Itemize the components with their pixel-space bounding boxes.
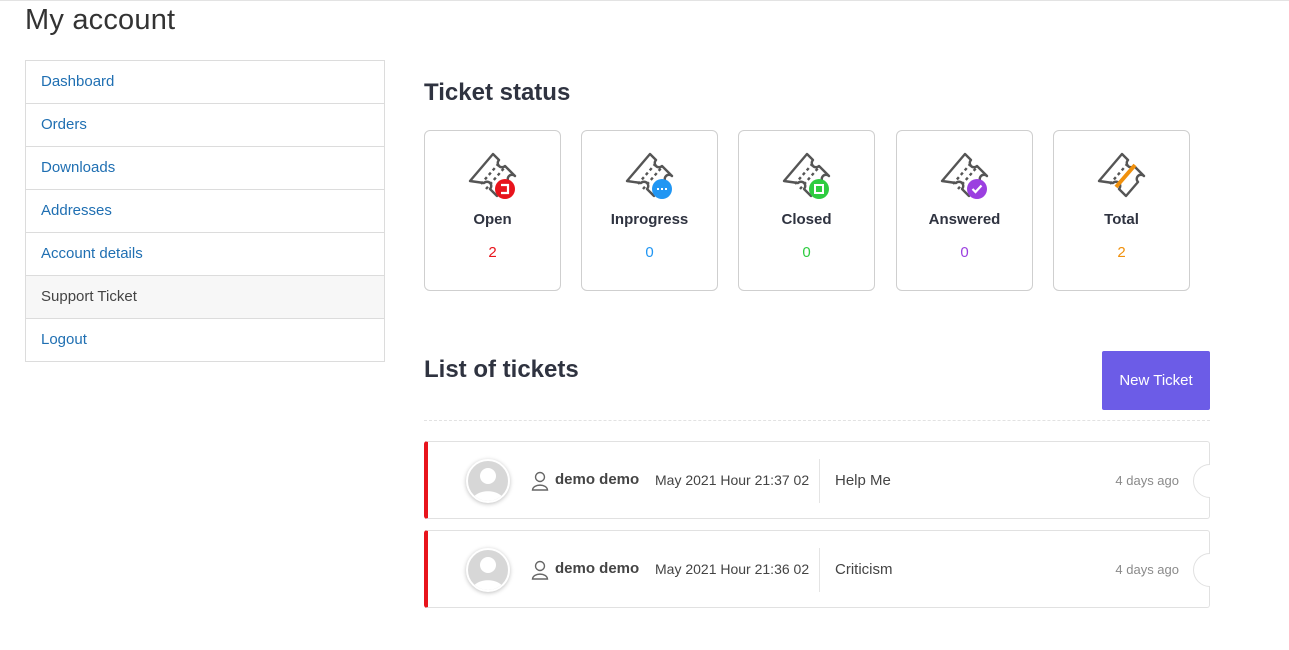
- sidebar-item-support-ticket[interactable]: Support Ticket: [26, 276, 384, 319]
- ticket-author: demo demo: [555, 471, 640, 488]
- sidebar-item-account-details[interactable]: Account details: [26, 233, 384, 276]
- sidebar-item-logout[interactable]: Logout: [26, 319, 384, 361]
- ticket-total-icon: [1097, 152, 1146, 198]
- top-divider: [0, 0, 1289, 1]
- ticket-status-title: Ticket status: [424, 79, 571, 106]
- section-divider: [424, 420, 1210, 421]
- row-divider: [819, 548, 820, 592]
- new-ticket-button[interactable]: New Ticket: [1102, 351, 1210, 410]
- ticket-subject[interactable]: Help Me: [835, 472, 891, 489]
- user-icon: [531, 560, 549, 580]
- ticket-inprogress-icon: [625, 152, 674, 199]
- status-card-open[interactable]: Open 2: [424, 130, 561, 291]
- ticket-row[interactable]: demo demo May 2021 Hour 21:36 02 Critici…: [424, 530, 1210, 608]
- avatar: [466, 459, 510, 503]
- ticket-subject[interactable]: Criticism: [835, 561, 893, 578]
- ticket-age: 4 days ago: [1115, 473, 1179, 488]
- ticket-row[interactable]: demo demo May 2021 Hour 21:37 02 Help Me…: [424, 441, 1210, 519]
- ticket-answered-icon: [940, 152, 989, 199]
- status-card-inprogress[interactable]: Inprogress 0: [581, 130, 718, 291]
- ticket-datetime: May 2021 Hour 21:36 02: [655, 561, 810, 577]
- ticket-datetime: May 2021 Hour 21:37 02: [655, 472, 810, 488]
- status-card-count: 2: [1117, 244, 1126, 261]
- status-card-count: 0: [645, 244, 654, 261]
- status-card-closed[interactable]: Closed 0: [738, 130, 875, 291]
- row-divider: [819, 459, 820, 503]
- status-card-label: Open: [473, 211, 512, 228]
- sidebar-item-downloads[interactable]: Downloads: [26, 147, 384, 190]
- status-card-count: 0: [960, 244, 969, 261]
- status-card-label: Inprogress: [610, 211, 689, 228]
- ticket-age: 4 days ago: [1115, 562, 1179, 577]
- ticket-open-icon: [468, 152, 517, 199]
- sidebar-item-addresses[interactable]: Addresses: [26, 190, 384, 233]
- status-card-count: 2: [488, 244, 497, 261]
- row-expand-handle[interactable]: [1193, 553, 1210, 587]
- status-card-label: Total: [1104, 211, 1139, 228]
- sidebar-item-dashboard[interactable]: Dashboard: [26, 61, 384, 104]
- account-navigation: Dashboard Orders Downloads Addresses Acc…: [25, 60, 385, 362]
- status-card-count: 0: [802, 244, 811, 261]
- status-card-answered[interactable]: Answered 0: [896, 130, 1033, 291]
- user-icon: [531, 471, 549, 491]
- page-title: My account: [25, 4, 176, 36]
- avatar: [466, 548, 510, 592]
- row-expand-handle[interactable]: [1193, 464, 1210, 498]
- sidebar-item-orders[interactable]: Orders: [26, 104, 384, 147]
- ticket-closed-icon: [782, 152, 831, 199]
- ticket-author: demo demo: [555, 560, 640, 577]
- status-card-label: Closed: [781, 211, 832, 228]
- status-card-total[interactable]: Total 2: [1053, 130, 1190, 291]
- status-card-label: Answered: [928, 211, 1001, 228]
- ticket-list-title: List of tickets: [424, 356, 579, 383]
